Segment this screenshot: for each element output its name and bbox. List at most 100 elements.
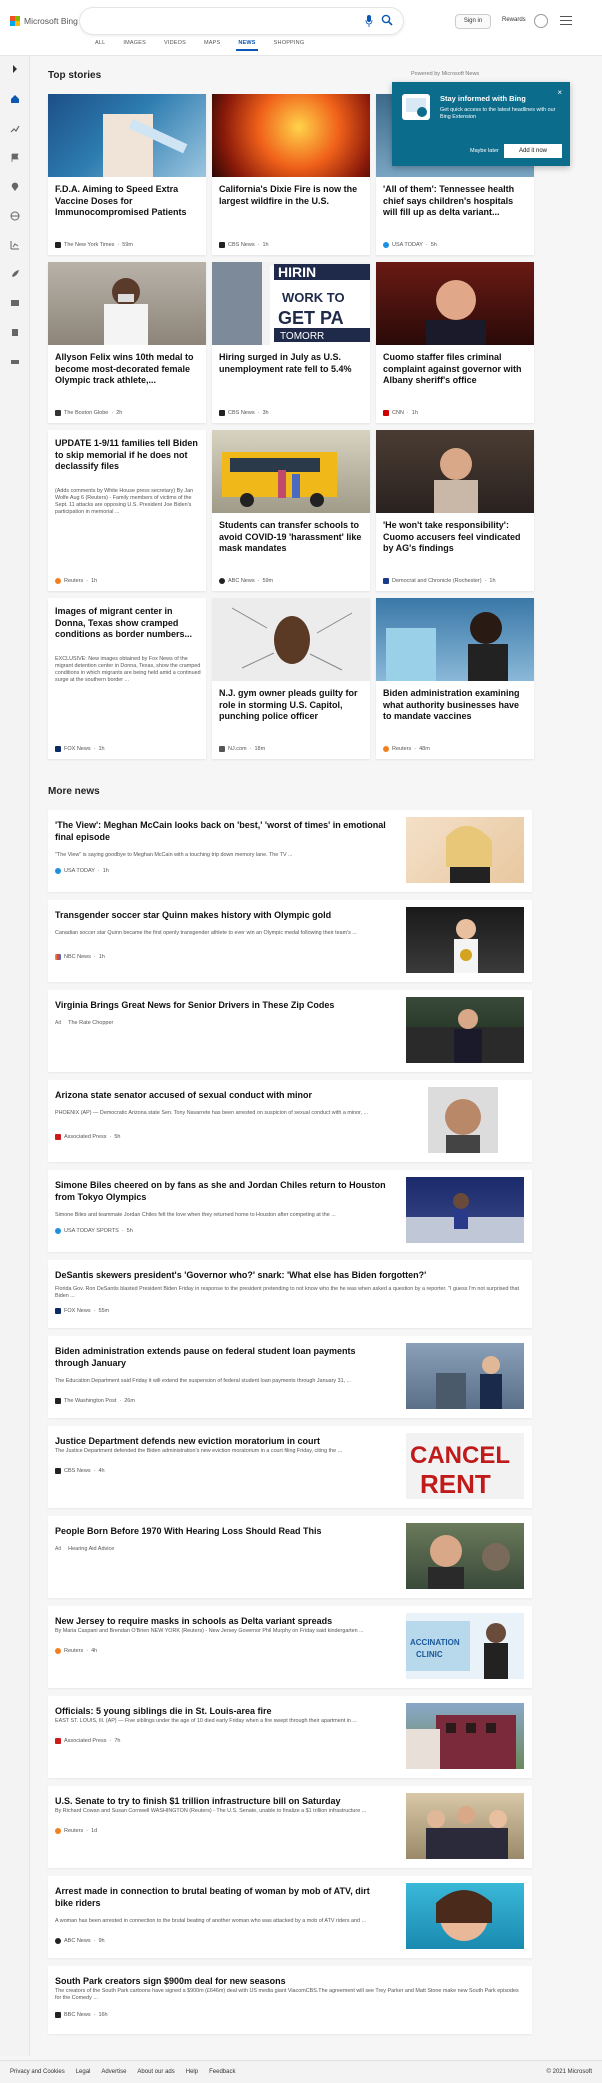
svg-text:CANCEL: CANCEL <box>410 1442 510 1469</box>
help-link[interactable]: Help <box>186 2069 198 2075</box>
maybe-later-button[interactable]: Maybe later <box>470 148 499 154</box>
news-row[interactable]: Arrest made in connection to brutal beat… <box>48 1876 532 1958</box>
news-title[interactable]: U.S. Senate to try to finish $1 trillion… <box>55 1795 390 1807</box>
privacy-link[interactable]: Privacy and Cookies <box>10 2069 65 2075</box>
news-title[interactable]: Arizona state senator accused of sexual … <box>55 1089 390 1101</box>
story-card[interactable]: 'He won't take responsibility': Cuomo ac… <box>376 430 534 591</box>
news-title[interactable]: New Jersey to require masks in schools a… <box>55 1615 390 1627</box>
news-row[interactable]: Officials: 5 young siblings die in St. L… <box>48 1696 532 1778</box>
cbs-logo-icon <box>55 1468 61 1474</box>
tab-all[interactable]: ALL <box>86 40 114 52</box>
news-title[interactable]: Officials: 5 young siblings die in St. L… <box>55 1705 390 1717</box>
menu-icon[interactable] <box>560 16 572 26</box>
news-row[interactable]: Justice Department defends new eviction … <box>48 1426 532 1508</box>
news-title[interactable]: Simone Biles cheered on by fans as she a… <box>55 1179 390 1203</box>
legal-link[interactable]: Legal <box>76 2069 91 2075</box>
entertainment-icon[interactable] <box>10 298 20 308</box>
story-card[interactable]: Images of migrant center in Donna, Texas… <box>48 598 206 759</box>
about-ads-link[interactable]: About our ads <box>137 2069 174 2075</box>
expand-icon[interactable] <box>10 64 20 74</box>
sign-in-button[interactable]: Sign in <box>455 14 491 29</box>
ad-row[interactable]: Virginia Brings Great News for Senior Dr… <box>48 990 532 1072</box>
story-source: ABC News · 59m <box>219 578 273 584</box>
story-card[interactable]: Students can transfer schools to avoid C… <box>212 430 370 591</box>
news-row[interactable]: Simone Biles cheered on by fans as she a… <box>48 1170 532 1252</box>
story-title[interactable]: California's Dixie Fire is now the large… <box>219 184 365 207</box>
bbc-logo-icon <box>55 2012 61 2018</box>
close-icon[interactable]: × <box>557 88 562 97</box>
news-row[interactable]: New Jersey to require masks in schools a… <box>48 1606 532 1688</box>
tab-maps[interactable]: MAPS <box>195 40 229 52</box>
rewards-link[interactable]: Rewards <box>502 17 526 23</box>
fox-logo-icon <box>55 1308 61 1314</box>
ad-row[interactable]: People Born Before 1970 With Hearing Los… <box>48 1516 532 1598</box>
search-icon[interactable] <box>381 14 393 26</box>
rewards-icon[interactable] <box>534 14 548 28</box>
story-card[interactable]: F.D.A. Aiming to Speed Extra Vaccine Dos… <box>48 94 206 255</box>
news-row[interactable]: Transgender soccer star Quinn makes hist… <box>48 900 532 982</box>
story-card[interactable]: Allyson Felix wins 10th medal to become … <box>48 262 206 423</box>
add-extension-button[interactable]: Add it now <box>504 144 562 158</box>
story-card[interactable]: HIRIN WORK TO GET PA TOMORR Hiring surged i… <box>212 262 370 423</box>
tab-shopping[interactable]: SHOPPING <box>265 40 314 52</box>
story-title[interactable]: Biden administration examining what auth… <box>383 688 529 723</box>
story-title[interactable]: Images of migrant center in Donna, Texas… <box>55 606 201 641</box>
news-snippet: The Justice Department defended the Bide… <box>55 1448 343 1454</box>
location-icon[interactable] <box>10 182 20 192</box>
tab-images[interactable]: IMAGES <box>114 40 155 52</box>
nbc-logo-icon <box>55 954 61 960</box>
sports-icon[interactable] <box>10 327 20 337</box>
trending-icon[interactable] <box>10 124 20 134</box>
news-title[interactable]: Justice Department defends new eviction … <box>55 1435 390 1447</box>
flag-icon[interactable] <box>10 153 20 163</box>
news-title[interactable]: 'The View': Meghan McCain looks back on … <box>55 819 390 843</box>
story-title[interactable]: 'He won't take responsibility': Cuomo ac… <box>383 520 529 555</box>
popup-title: Stay informed with Bing <box>440 94 526 103</box>
feedback-link[interactable]: Feedback <box>209 2069 235 2075</box>
story-card[interactable]: Cuomo staffer files criminal complaint a… <box>376 262 534 423</box>
news-row[interactable]: 'The View': Meghan McCain looks back on … <box>48 810 532 892</box>
ad-title[interactable]: People Born Before 1970 With Hearing Los… <box>55 1525 390 1537</box>
story-card[interactable]: Biden administration examining what auth… <box>376 598 534 759</box>
news-snippet: The Education Department said Friday it … <box>55 1378 352 1384</box>
story-title[interactable]: 'All of them': Tennessee health chief sa… <box>383 184 529 219</box>
microphone-icon[interactable] <box>365 15 373 27</box>
news-source: Associated Press · 7h <box>55 1738 120 1744</box>
story-card[interactable]: N.J. gym owner pleads guilty for role in… <box>212 598 370 759</box>
advertise-link[interactable]: Advertise <box>101 2069 126 2075</box>
news-title[interactable]: DeSantis skewers president's 'Governor w… <box>55 1269 515 1281</box>
news-title[interactable]: Biden administration extends pause on fe… <box>55 1345 390 1369</box>
story-card[interactable]: California's Dixie Fire is now the large… <box>212 94 370 255</box>
news-title[interactable]: Transgender soccer star Quinn makes hist… <box>55 909 390 921</box>
story-title[interactable]: Hiring surged in July as U.S. unemployme… <box>219 352 365 375</box>
story-card[interactable]: UPDATE 1-9/11 families tell Biden to ski… <box>48 430 206 591</box>
news-row[interactable]: DeSantis skewers president's 'Governor w… <box>48 1260 532 1328</box>
news-title[interactable]: South Park creators sign $900m deal for … <box>55 1975 515 1987</box>
bing-logo[interactable]: Microsoft Bing <box>10 16 78 26</box>
rocket-icon[interactable] <box>10 269 20 279</box>
header: Microsoft Bing Sign in Rewards ALL IMAGE… <box>0 0 602 56</box>
story-title[interactable]: N.J. gym owner pleads guilty for role in… <box>219 688 365 723</box>
story-title[interactable]: Students can transfer schools to avoid C… <box>219 520 365 555</box>
car-icon[interactable] <box>10 356 20 366</box>
story-title[interactable]: F.D.A. Aiming to Speed Extra Vaccine Dos… <box>55 184 201 219</box>
news-row[interactable]: Arizona state senator accused of sexual … <box>48 1080 532 1162</box>
ad-badge: Ad <box>55 1020 62 1026</box>
news-snippet: By Maria Caspani and Brendan O'Brien NEW… <box>55 1628 364 1634</box>
news-row[interactable]: U.S. Senate to try to finish $1 trillion… <box>48 1786 532 1868</box>
chart-icon[interactable] <box>10 240 20 250</box>
home-icon[interactable] <box>10 94 20 104</box>
cancel-rent-sign-photo: CANCEL RENT <box>406 1433 524 1499</box>
news-row[interactable]: Biden administration extends pause on fe… <box>48 1336 532 1418</box>
news-title[interactable]: Arrest made in connection to brutal beat… <box>55 1885 390 1909</box>
search-input[interactable] <box>80 8 403 34</box>
news-row[interactable]: South Park creators sign $900m deal for … <box>48 1966 532 2034</box>
story-title[interactable]: Cuomo staffer files criminal complaint a… <box>383 352 529 387</box>
tab-news[interactable]: NEWS <box>229 40 264 52</box>
tab-videos[interactable]: VIDEOS <box>155 40 195 52</box>
globe-icon[interactable] <box>10 211 20 221</box>
story-title[interactable]: UPDATE 1-9/11 families tell Biden to ski… <box>55 438 201 473</box>
ad-title[interactable]: Virginia Brings Great News for Senior Dr… <box>55 999 390 1011</box>
abc-logo-icon <box>219 578 225 584</box>
story-title[interactable]: Allyson Felix wins 10th medal to become … <box>55 352 201 387</box>
